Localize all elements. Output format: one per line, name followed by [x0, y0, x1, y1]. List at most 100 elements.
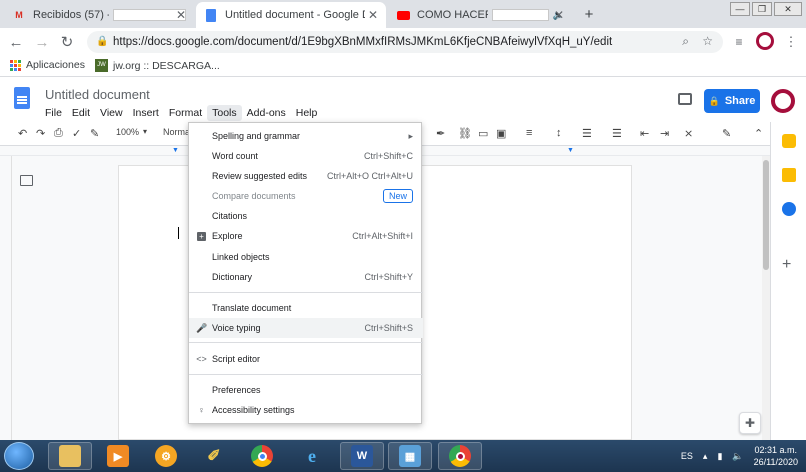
- highlight-pen-icon[interactable]: ✒: [436, 127, 445, 140]
- line-spacing-icon[interactable]: ↕: [556, 127, 562, 139]
- menu-addons[interactable]: Add-ons: [242, 105, 291, 121]
- close-icon[interactable]: ✕: [368, 8, 378, 22]
- menu-format[interactable]: Format: [164, 105, 207, 121]
- bookmark-apps[interactable]: Aplicaciones: [10, 59, 85, 71]
- menu-edit[interactable]: Edit: [67, 105, 95, 121]
- paint-format-icon[interactable]: ✎: [90, 127, 99, 140]
- taskbar-internet-explorer[interactable]: e: [290, 442, 334, 470]
- windows-taskbar: ▶ ⚙ ✐ e W ▦ ES ▴ ▮ 🔈 02:31 a.m. 26/11/20…: [0, 440, 806, 472]
- new-tab-button[interactable]: +: [580, 5, 598, 23]
- share-button[interactable]: 🔒 Share: [704, 89, 760, 113]
- network-icon[interactable]: ▮: [717, 451, 722, 462]
- menu-item-dictionary[interactable]: Dictionary Ctrl+Shift+Y: [189, 267, 423, 287]
- vertical-scrollbar[interactable]: [762, 156, 770, 440]
- align-icon[interactable]: ≡: [526, 127, 532, 139]
- bookmark-jw[interactable]: JW jw.org :: DESCARGA...: [95, 59, 220, 72]
- calendar-icon[interactable]: [782, 168, 796, 182]
- taskbar-chrome-profile[interactable]: [438, 442, 482, 470]
- menu-item-translate[interactable]: Translate document: [189, 298, 423, 318]
- maximize-button[interactable]: ❐: [752, 2, 772, 16]
- editing-mode-icon[interactable]: ✎: [722, 127, 731, 140]
- taskbar-app[interactable]: ✐: [192, 442, 236, 470]
- add-addon-icon[interactable]: +: [782, 256, 791, 274]
- close-window-button[interactable]: ✕: [774, 2, 802, 16]
- address-bar[interactable]: 🔒 https://docs.google.com/document/d/1E9…: [87, 31, 723, 53]
- menu-item-linked-objects[interactable]: Linked objects: [189, 247, 423, 267]
- back-arrow-icon[interactable]: ←: [7, 33, 25, 51]
- volume-icon[interactable]: 🔈: [732, 451, 743, 462]
- language-indicator[interactable]: ES: [681, 451, 693, 461]
- menu-view[interactable]: View: [95, 105, 128, 121]
- clock[interactable]: 02:31 a.m. 26/11/2020: [754, 444, 798, 468]
- menu-item-citations[interactable]: Citations: [189, 206, 423, 226]
- redo-icon[interactable]: ↷: [36, 127, 45, 140]
- taskbar-explorer[interactable]: [48, 442, 92, 470]
- forward-arrow-icon[interactable]: →: [33, 33, 51, 51]
- taskbar-media-player[interactable]: ▶: [96, 442, 140, 470]
- zoom-icon[interactable]: ⌕: [682, 34, 689, 49]
- bookmark-star-icon[interactable]: ☆: [702, 34, 713, 48]
- insert-image-icon[interactable]: ▣: [496, 127, 506, 140]
- print-icon[interactable]: ⎙: [54, 127, 63, 140]
- explore-button[interactable]: ✚: [739, 412, 761, 434]
- menu-insert[interactable]: Insert: [128, 105, 164, 121]
- style-select[interactable]: Norma: [163, 127, 190, 137]
- tab-youtube[interactable]: COMO HACER 🔈 ✕: [388, 2, 572, 28]
- menu-help[interactable]: Help: [291, 105, 323, 121]
- menu-item-review-edits[interactable]: Review suggested edits Ctrl+Alt+O Ctrl+A…: [189, 166, 423, 186]
- checklist-icon[interactable]: ☰: [582, 127, 592, 140]
- right-indent-marker-icon[interactable]: ▼: [567, 147, 574, 154]
- clear-formatting-icon[interactable]: ⨯: [684, 127, 693, 140]
- reload-icon[interactable]: ↻: [58, 33, 76, 51]
- jw-icon: JW: [95, 59, 108, 72]
- tasks-icon[interactable]: [782, 202, 796, 216]
- menu-divider: [189, 342, 423, 343]
- taskbar-settings[interactable]: ⚙: [144, 442, 188, 470]
- undo-icon[interactable]: ↶: [18, 127, 27, 140]
- menu-file[interactable]: File: [40, 105, 67, 121]
- taskbar-control-panel[interactable]: ▦: [388, 442, 432, 470]
- increase-indent-icon[interactable]: ⇥: [660, 127, 669, 140]
- menu-item-script-editor[interactable]: <> Script editor: [189, 349, 423, 369]
- taskbar-word[interactable]: W: [340, 442, 384, 470]
- bookmark-label: Aplicaciones: [26, 59, 85, 71]
- menu-item-accessibility[interactable]: ♀ Accessibility settings: [189, 400, 423, 420]
- scrollbar-thumb[interactable]: [763, 160, 769, 270]
- docs-icon: [204, 8, 218, 22]
- account-avatar[interactable]: [771, 89, 795, 113]
- close-icon[interactable]: ✕: [554, 8, 564, 22]
- document-title[interactable]: Untitled document: [45, 87, 150, 102]
- menu-tools[interactable]: Tools: [207, 105, 242, 121]
- close-icon[interactable]: ✕: [176, 8, 186, 22]
- start-button[interactable]: [4, 442, 34, 470]
- bulleted-list-icon[interactable]: ☰: [612, 127, 622, 140]
- keep-icon[interactable]: [782, 134, 796, 148]
- menu-item-preferences[interactable]: Preferences: [189, 380, 423, 400]
- collapse-chevron-icon[interactable]: ⌃: [754, 127, 763, 140]
- insert-comment-icon[interactable]: ▭: [478, 127, 488, 140]
- minimize-button[interactable]: —: [730, 2, 750, 16]
- explore-icon: +: [196, 231, 207, 241]
- chrome-icon: [251, 445, 273, 467]
- menu-item-voice-typing[interactable]: 🎤 Voice typing Ctrl+Shift+S: [189, 318, 423, 338]
- indent-marker-icon[interactable]: ▼: [172, 147, 179, 154]
- tab-docs[interactable]: Untitled document - Google Doc ✕: [196, 2, 386, 28]
- reading-list-icon[interactable]: ≡: [730, 33, 748, 51]
- taskbar-chrome[interactable]: [240, 442, 284, 470]
- menu-item-compare-documents[interactable]: Compare documents New: [189, 186, 423, 206]
- tab-gmail[interactable]: M Recibidos (57) - ✕: [4, 2, 194, 28]
- kebab-menu-icon[interactable]: ⋮: [782, 33, 800, 51]
- zoom-select[interactable]: 100%: [116, 127, 139, 137]
- menu-item-explore[interactable]: + Explore Ctrl+Alt+Shift+I: [189, 226, 423, 246]
- tray-arrow-icon[interactable]: ▴: [703, 451, 708, 462]
- comment-history-icon[interactable]: [678, 93, 692, 105]
- document-outline-icon[interactable]: [20, 175, 33, 186]
- profile-avatar[interactable]: [756, 32, 774, 50]
- insert-link-icon[interactable]: ⛓: [458, 127, 472, 140]
- docs-logo-icon[interactable]: [14, 87, 30, 109]
- spellcheck-icon[interactable]: ✓: [72, 127, 81, 140]
- menu-item-spelling[interactable]: Spelling and grammar ▸: [189, 126, 423, 146]
- menu-item-word-count[interactable]: Word count Ctrl+Shift+C: [189, 146, 423, 166]
- decrease-indent-icon[interactable]: ⇤: [640, 127, 649, 140]
- side-panel: +: [770, 122, 806, 440]
